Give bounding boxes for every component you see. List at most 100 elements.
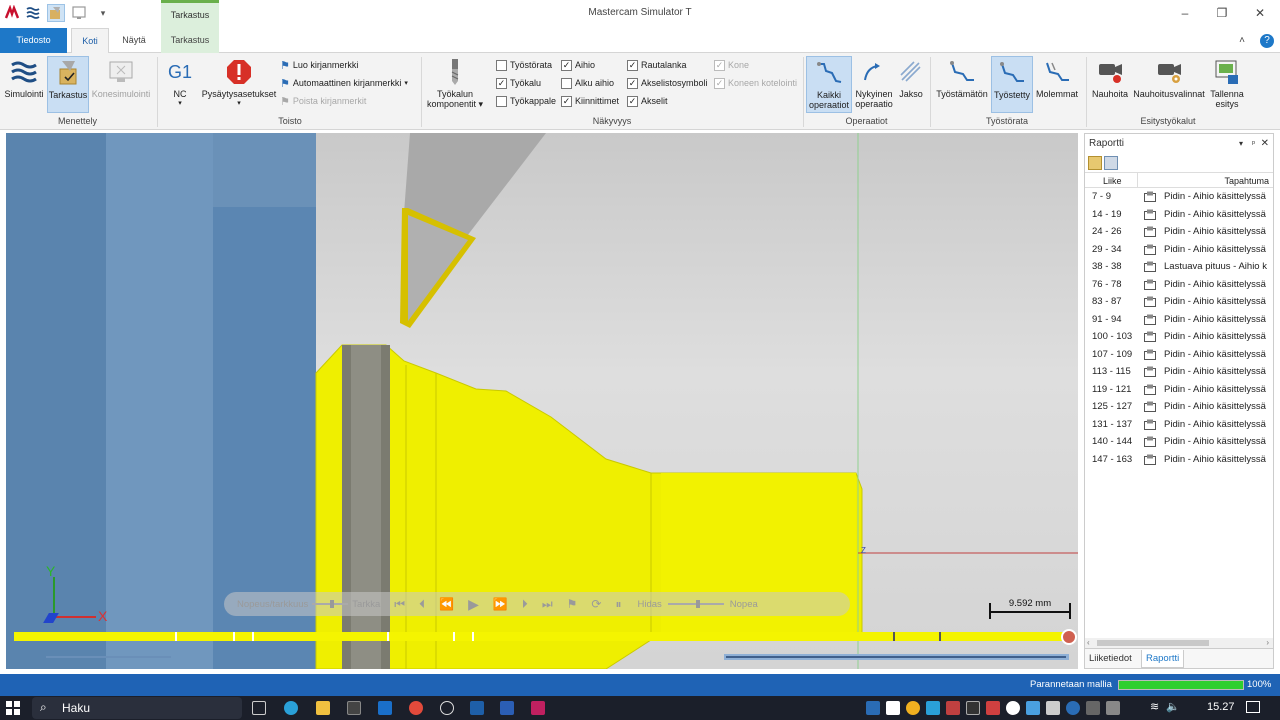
- tab-verify[interactable]: Tarkastus: [161, 28, 219, 53]
- report-row[interactable]: 125 - 127 Pidin - Aihio käsittelyssä: [1085, 398, 1273, 416]
- tray-app-icon[interactable]: [1026, 701, 1040, 715]
- machined-button[interactable]: Työstetty: [991, 56, 1033, 113]
- cloud-icon[interactable]: [1006, 701, 1020, 715]
- close-button[interactable]: ✕: [1245, 4, 1275, 22]
- current-operation-button[interactable]: Nykyinen operaatio: [853, 56, 895, 113]
- taskbar-search[interactable]: ⌕ Haku: [32, 697, 242, 719]
- report-row[interactable]: 14 - 19 Pidin - Aihio käsittelyssä: [1085, 206, 1273, 224]
- machine-housing-checkbox[interactable]: ✓ Koneen kotelointi: [714, 75, 797, 91]
- panel-close-icon[interactable]: ✕: [1261, 134, 1269, 154]
- report-row[interactable]: 107 - 109 Pidin - Aihio käsittelyssä: [1085, 346, 1273, 364]
- mastercam-logo-icon[interactable]: [3, 4, 21, 22]
- checkbox-toolpath[interactable]: [496, 59, 507, 71]
- fast-forward-icon[interactable]: ⏩: [493, 597, 508, 611]
- report-horizontal-scrollbar[interactable]: ‹ ›: [1085, 638, 1273, 648]
- toolpath-checkbox[interactable]: Työstörata: [496, 57, 552, 73]
- loop-icon[interactable]: ⟳: [591, 597, 601, 611]
- stock-checkbox[interactable]: ✓ Aihio: [561, 57, 595, 73]
- panel-pin-icon[interactable]: ᵖ: [1252, 134, 1255, 154]
- chrome-icon[interactable]: [409, 701, 423, 715]
- machine-checkbox[interactable]: ✓ Kone: [714, 57, 749, 73]
- word-icon[interactable]: [500, 701, 514, 715]
- report-row[interactable]: 119 - 121 Pidin - Aihio käsittelyssä: [1085, 381, 1273, 399]
- machine-simulation-button[interactable]: Konesimulointi: [90, 56, 152, 113]
- report-save-icon[interactable]: [1104, 156, 1118, 170]
- simulation-mode-icon[interactable]: [24, 4, 42, 22]
- tray-app-icon[interactable]: [966, 701, 980, 715]
- rewind-icon[interactable]: ⏪: [439, 597, 454, 611]
- stop-settings-button[interactable]: Pysäytysasetukset ▾: [202, 56, 276, 113]
- tray-app-icon[interactable]: [1046, 701, 1060, 715]
- report-row[interactable]: 24 - 26 Pidin - Aihio käsittelyssä: [1085, 223, 1273, 241]
- unmachined-button[interactable]: Työstämätön: [934, 56, 990, 113]
- skip-start-icon[interactable]: ⏮: [394, 597, 405, 612]
- column-event[interactable]: Tapahtuma: [1224, 176, 1269, 186]
- tray-app-icon[interactable]: [906, 701, 920, 715]
- mastercam-taskbar-icon[interactable]: [470, 701, 484, 715]
- tool-components-button[interactable]: Työkalun komponentit ▾: [424, 56, 486, 113]
- task-view-icon[interactable]: [252, 701, 266, 715]
- workpiece-checkbox[interactable]: Työkappale: [496, 93, 556, 109]
- pause-at-icon[interactable]: ⏸: [615, 597, 621, 612]
- tab-report[interactable]: Raportti: [1141, 650, 1185, 668]
- initial-stock-checkbox[interactable]: Alku aihio: [561, 75, 614, 91]
- wireframe-checkbox[interactable]: ✓ Rautalanka: [627, 57, 687, 73]
- create-bookmark-button[interactable]: ⚑ Luo kirjanmerkki: [280, 57, 358, 73]
- checkbox-machine[interactable]: ✓: [714, 59, 725, 71]
- simulator-taskbar-icon[interactable]: [531, 701, 545, 715]
- verify-button[interactable]: Tarkastus: [47, 56, 89, 113]
- verify-mode-icon[interactable]: [47, 4, 65, 22]
- checkbox-workpiece[interactable]: [496, 95, 507, 107]
- axis-symbol-checkbox[interactable]: ✓ Akselistosymboli: [627, 75, 708, 91]
- tray-app-icon[interactable]: [1086, 701, 1100, 715]
- tool-checkbox[interactable]: ✓ Työkalu: [496, 75, 541, 91]
- nc-button[interactable]: G1 NC ▾: [162, 56, 198, 113]
- axes-checkbox[interactable]: ✓ Akselit: [627, 93, 668, 109]
- checkbox-initial-stock[interactable]: [561, 77, 572, 89]
- tray-app-icon[interactable]: [946, 701, 960, 715]
- tab-view[interactable]: Näytä: [113, 28, 155, 53]
- tray-app-icon[interactable]: [886, 701, 900, 715]
- speaker-icon[interactable]: 🔈: [1166, 700, 1180, 713]
- bookmark-jump-icon[interactable]: ⚑: [567, 597, 578, 611]
- report-filter-icon[interactable]: [1088, 156, 1102, 170]
- quick-access-dropdown-icon[interactable]: ▾: [94, 4, 112, 22]
- report-row[interactable]: 100 - 103 Pidin - Aihio käsittelyssä: [1085, 328, 1273, 346]
- report-row[interactable]: 131 - 137 Pidin - Aihio käsittelyssä: [1085, 416, 1273, 434]
- tab-file[interactable]: Tiedosto: [0, 28, 67, 53]
- remove-bookmarks-button[interactable]: ⚑ Poista kirjanmerkit: [280, 93, 366, 109]
- step-forward-icon[interactable]: ⏵: [522, 597, 528, 612]
- record-options-button[interactable]: Nauhoitusvalinnat: [1131, 56, 1207, 113]
- report-row[interactable]: 76 - 78 Pidin - Aihio käsittelyssä: [1085, 276, 1273, 294]
- accuracy-slider[interactable]: [312, 599, 349, 609]
- simulation-viewport[interactable]: 9.592 mm Y X Z Nopeus/tarkkuus Tarkka ⏮ …: [6, 133, 1078, 669]
- wifi-icon[interactable]: ≋: [1150, 700, 1159, 713]
- column-move[interactable]: Liike: [1103, 176, 1122, 186]
- tab-home[interactable]: Koti: [71, 28, 109, 53]
- simulation-button[interactable]: Simulointi: [2, 56, 46, 113]
- checkbox-machine-housing[interactable]: ✓: [714, 77, 725, 89]
- record-button[interactable]: Nauhoita: [1090, 56, 1130, 113]
- collapse-ribbon-icon[interactable]: ˄: [1234, 28, 1250, 53]
- fixtures-checkbox[interactable]: ✓ Kiinnittimet: [561, 93, 619, 109]
- step-back-icon[interactable]: ⏴: [419, 597, 425, 612]
- checkbox-tool[interactable]: ✓: [496, 77, 507, 89]
- all-operations-button[interactable]: Kaikki operaatiot: [806, 56, 852, 113]
- report-row[interactable]: 29 - 34 Pidin - Aihio käsittelyssä: [1085, 241, 1273, 259]
- report-row[interactable]: 7 - 9 Pidin - Aihio käsittelyssä: [1085, 188, 1273, 206]
- checkbox-axis-symbol[interactable]: ✓: [627, 77, 638, 89]
- checkbox-wireframe[interactable]: ✓: [627, 59, 638, 71]
- cycle-button[interactable]: Jakso: [896, 56, 926, 113]
- report-row[interactable]: 147 - 163 Pidin - Aihio käsittelyssä: [1085, 451, 1273, 469]
- notification-icon[interactable]: [1246, 701, 1260, 713]
- checkbox-axes[interactable]: ✓: [627, 95, 638, 107]
- speed-slider[interactable]: [667, 599, 724, 609]
- auto-bookmark-button[interactable]: ⚑ Automaattinen kirjanmerkki ▾: [280, 75, 408, 91]
- tray-app-icon[interactable]: [986, 701, 1000, 715]
- clock-time[interactable]: 15.27: [1207, 701, 1235, 713]
- skip-end-icon[interactable]: ⏭: [542, 597, 553, 612]
- report-row[interactable]: 83 - 87 Pidin - Aihio käsittelyssä: [1085, 293, 1273, 311]
- report-row[interactable]: 91 - 94 Pidin - Aihio käsittelyssä: [1085, 311, 1273, 329]
- checkbox-fixtures[interactable]: ✓: [561, 95, 572, 107]
- tray-app-icon[interactable]: [1106, 701, 1120, 715]
